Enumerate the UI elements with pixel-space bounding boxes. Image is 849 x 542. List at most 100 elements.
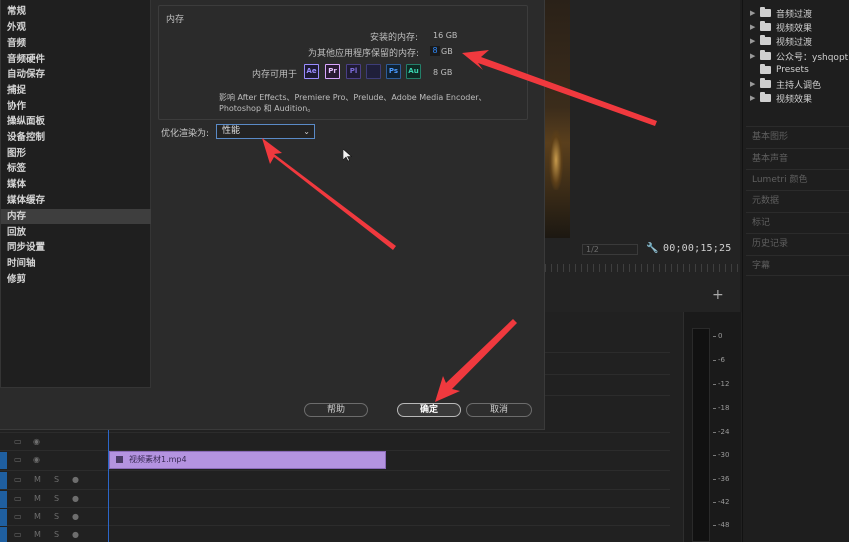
sidebar-item-auto-save[interactable]: 自动保存 [1, 67, 151, 82]
fx-icon [116, 456, 123, 463]
preferences-dialog: 常规 外观 音频 音频硬件 自动保存 捕捉 协作 操纵面板 设备控制 图形 标签… [0, 0, 545, 430]
panel-markers[interactable]: 标记 [746, 212, 849, 233]
meter-tick: -30 [712, 451, 730, 459]
solo-button[interactable]: S [54, 494, 59, 503]
panel-lumetri-color[interactable]: Lumetri 颜色 [746, 169, 849, 190]
tree-item-label: 主持人调色 [776, 80, 822, 91]
sidebar-item-memory[interactable]: 内存 [1, 209, 151, 224]
sidebar-item-collaboration[interactable]: 协作 [1, 99, 151, 114]
tree-item[interactable]: ▶ 视频效果 [750, 20, 812, 34]
microphone-icon[interactable]: ● [72, 512, 79, 521]
installed-memory-label: 安装的内存: [370, 33, 419, 43]
film-icon[interactable]: ▭ [14, 437, 22, 446]
chevron-right-icon[interactable]: ▶ [750, 52, 760, 60]
tree-item[interactable]: ▶ 音频过渡 [750, 6, 812, 20]
chevron-right-icon[interactable]: ▶ [750, 9, 760, 17]
sidebar-item-playback[interactable]: 回放 [1, 225, 151, 240]
mute-button[interactable]: M [34, 475, 41, 484]
tree-item-label: 视频效果 [776, 23, 813, 34]
tree-item[interactable]: ▶ 视频效果 [750, 91, 812, 105]
chevron-right-icon[interactable]: ▶ [750, 80, 760, 88]
chevron-right-icon[interactable]: ▶ [750, 23, 760, 31]
preferences-sidebar: 常规 外观 音频 音频硬件 自动保存 捕捉 协作 操纵面板 设备控制 图形 标签… [0, 0, 151, 388]
film-icon[interactable]: ▭ [14, 475, 22, 484]
plus-icon[interactable]: + [712, 287, 724, 303]
track-target[interactable] [0, 527, 7, 542]
panel-essential-sound[interactable]: 基本声音 [746, 148, 849, 169]
eye-icon[interactable]: ◉ [33, 437, 40, 446]
reserved-memory-input[interactable]: 8 [430, 46, 440, 56]
clip-name: 视频素材1.mp4 [129, 455, 187, 464]
chevron-right-icon[interactable]: ▶ [750, 94, 760, 102]
chevron-down-icon[interactable]: ⌄ [303, 125, 310, 138]
mute-button[interactable]: M [34, 494, 41, 503]
tree-item[interactable]: ▶ 主持人调色 [750, 77, 821, 91]
tree-item[interactable]: ▶ 视频过渡 [750, 34, 812, 48]
tree-item-label: Presets [776, 65, 809, 75]
sidebar-item-device-control[interactable]: 设备控制 [1, 130, 151, 145]
panel-essential-graphics[interactable]: 基本图形 [746, 126, 849, 147]
film-icon[interactable]: ▭ [14, 530, 22, 539]
track-header-a1: ▭ M S ● [0, 472, 108, 489]
track-divider [0, 432, 670, 433]
meter-tick: -6 [713, 356, 725, 364]
cancel-button[interactable]: 取消 [466, 403, 532, 417]
video-frame [545, 0, 570, 238]
panel-captions[interactable]: 字幕 [746, 255, 849, 276]
sidebar-item-capture[interactable]: 捕捉 [1, 83, 151, 98]
sidebar-item-sync-settings[interactable]: 同步设置 [1, 240, 151, 255]
tree-item[interactable]: Presets [750, 63, 809, 77]
solo-button[interactable]: S [54, 475, 59, 484]
track-header-a3: ▭ M S ● [0, 509, 108, 526]
microphone-icon[interactable]: ● [72, 530, 79, 539]
track-target[interactable] [0, 452, 7, 469]
tree-item-label: 视频效果 [776, 94, 813, 105]
tree-item-label: 视频过渡 [776, 37, 813, 48]
film-icon[interactable]: ▭ [14, 455, 22, 464]
help-button[interactable]: 帮助 [304, 403, 368, 417]
panel-history[interactable]: 历史记录 [746, 233, 849, 254]
optimize-render-select[interactable]: 性能 ⌄ [216, 124, 315, 139]
sidebar-item-graphics[interactable]: 图形 [1, 146, 151, 161]
sidebar-item-media[interactable]: 媒体 [1, 177, 151, 192]
installed-memory-value: 16 GB [433, 31, 458, 40]
chevron-right-icon[interactable]: ▶ [750, 37, 760, 45]
meter-tick: -36 [712, 475, 730, 483]
sidebar-item-appearance[interactable]: 外观 [1, 20, 151, 35]
panel-metadata[interactable]: 元数据 [746, 190, 849, 211]
film-icon[interactable]: ▭ [14, 494, 22, 503]
sidebar-item-audio[interactable]: 音频 [1, 36, 151, 51]
resolution-dropdown[interactable]: 1/2 [582, 244, 638, 255]
solo-button[interactable]: S [54, 512, 59, 521]
timeline-clip[interactable]: 视频素材1.mp4 [109, 451, 386, 469]
sidebar-item-general[interactable]: 常规 [1, 4, 151, 19]
microphone-icon[interactable]: ● [72, 494, 79, 503]
sidebar-item-timeline[interactable]: 时间轴 [1, 256, 151, 271]
timecode[interactable]: 00;00;15;25 [663, 243, 731, 254]
available-memory-value: 8 GB [433, 68, 453, 77]
track-target[interactable] [0, 491, 7, 508]
solo-button[interactable]: S [54, 530, 59, 539]
sidebar-item-media-cache[interactable]: 媒体缓存 [1, 193, 151, 208]
folder-icon [760, 92, 771, 102]
eye-icon[interactable]: ◉ [33, 455, 40, 464]
wrench-icon[interactable]: 🔧 [646, 243, 658, 254]
sidebar-item-trim[interactable]: 修剪 [1, 272, 151, 287]
track-header-v2: ▭ ◉ [0, 434, 108, 451]
meter-tick: 0 [712, 332, 723, 340]
mute-button[interactable]: M [34, 512, 41, 521]
track-target[interactable] [0, 472, 7, 489]
track-target[interactable] [0, 509, 7, 526]
mute-button[interactable]: M [34, 530, 41, 539]
microphone-icon[interactable]: ● [72, 475, 79, 484]
audio-meter-bar [692, 328, 710, 542]
sidebar-item-audio-hardware[interactable]: 音频硬件 [1, 52, 151, 67]
sidebar-item-labels[interactable]: 标签 [1, 161, 151, 176]
ok-button[interactable]: 确定 [397, 403, 461, 417]
playhead[interactable] [108, 430, 109, 542]
meter-tick: -12 [712, 380, 730, 388]
tree-item[interactable]: ▶ 公众号：yshqopt [750, 49, 848, 63]
sidebar-item-control-surface[interactable]: 操纵面板 [1, 114, 151, 129]
monitor-ruler[interactable] [545, 264, 740, 272]
film-icon[interactable]: ▭ [14, 512, 22, 521]
